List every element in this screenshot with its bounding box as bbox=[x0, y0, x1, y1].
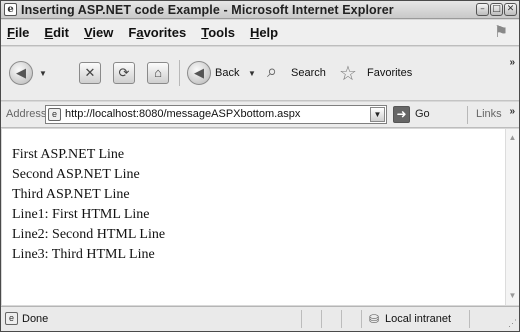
ie-app-icon[interactable]: e bbox=[4, 3, 17, 16]
address-separator bbox=[467, 106, 468, 124]
search-button-label[interactable]: Search bbox=[291, 67, 326, 79]
vertical-scrollbar[interactable]: ▲ ▼ bbox=[505, 129, 519, 305]
links-label[interactable]: Links bbox=[476, 108, 502, 120]
status-divider bbox=[321, 310, 322, 328]
content-line: Line3: Third HTML Line bbox=[12, 247, 155, 262]
status-divider bbox=[301, 310, 302, 328]
window-title: Inserting ASP.NET code Example - Microso… bbox=[21, 2, 394, 17]
back-button-icon[interactable]: ◀ bbox=[187, 61, 211, 85]
toolbar-overflow-chevron-icon[interactable]: » bbox=[509, 57, 515, 68]
resize-grip-icon[interactable]: ⋰ bbox=[508, 318, 517, 329]
menu-file[interactable]: File bbox=[7, 25, 29, 40]
content-line: Line2: Second HTML Line bbox=[12, 227, 166, 242]
menu-help-mnemonic: H bbox=[249, 25, 260, 40]
menu-tools-label: ools bbox=[208, 25, 235, 40]
status-bar: e Done ⛁ Local intranet ⋰ bbox=[1, 306, 519, 331]
favorites-button-label[interactable]: Favorites bbox=[367, 67, 412, 79]
standard-toolbar: ◀ ▼ ✕ ⟳ ⌂ ◀ Back ▼ ⌕ Search ☆ Favorites … bbox=[1, 47, 519, 101]
refresh-icon[interactable]: ⟳ bbox=[113, 62, 135, 84]
content-line: Third ASP.NET Line bbox=[12, 187, 130, 202]
local-intranet-icon: ⛁ bbox=[369, 312, 380, 326]
address-label: Address bbox=[6, 108, 47, 120]
go-button-label[interactable]: Go bbox=[415, 108, 430, 120]
address-bar: Address e http://localhost:8080/messageA… bbox=[1, 102, 519, 128]
links-chevron-icon[interactable]: » bbox=[509, 106, 515, 117]
menu-file-mnemonic: F bbox=[7, 25, 15, 40]
windows-logo-icon: ⚑ bbox=[493, 24, 509, 41]
back-arrow-icon[interactable]: ◀ bbox=[9, 61, 33, 85]
menu-favorites-label: vorites bbox=[143, 25, 187, 40]
menu-bar: File Edit View Favorites Tools Help ⚑ bbox=[1, 20, 519, 46]
menu-help-label: elp bbox=[259, 25, 279, 40]
toolbar-separator bbox=[179, 60, 180, 86]
content-line: Second ASP.NET Line bbox=[12, 167, 140, 182]
menu-edit-label: dit bbox=[53, 25, 69, 40]
back-dropdown-icon[interactable]: ▼ bbox=[248, 69, 256, 78]
menu-edit-mnemonic: E bbox=[44, 25, 54, 40]
content-line: Line1: First HTML Line bbox=[12, 207, 150, 222]
content-line: First ASP.NET Line bbox=[12, 147, 125, 162]
address-url[interactable]: http://localhost:8080/messageASPXbottom.… bbox=[65, 108, 300, 120]
status-divider bbox=[469, 310, 470, 328]
menu-view[interactable]: View bbox=[84, 25, 113, 40]
menu-favorites-mnemonic: a bbox=[136, 25, 144, 40]
window-controls: – □ ✕ bbox=[476, 3, 517, 16]
stop-icon[interactable]: ✕ bbox=[79, 62, 101, 84]
close-button[interactable]: ✕ bbox=[504, 3, 517, 16]
page-done-icon: e bbox=[5, 312, 18, 325]
menu-favorites[interactable]: Favorites bbox=[128, 25, 186, 40]
menu-edit[interactable]: Edit bbox=[44, 25, 69, 40]
minimize-button[interactable]: – bbox=[476, 3, 489, 16]
menu-view-label: iew bbox=[92, 25, 114, 40]
address-dropdown-icon[interactable]: ▼ bbox=[370, 107, 385, 122]
back-button-label[interactable]: Back bbox=[215, 67, 239, 79]
page-content: First ASP.NET Line Second ASP.NET Line T… bbox=[2, 129, 505, 305]
menu-file-label: ile bbox=[14, 25, 30, 40]
address-input[interactable]: e http://localhost:8080/messageASPXbotto… bbox=[45, 105, 387, 124]
status-divider bbox=[341, 310, 342, 328]
favorites-star-icon[interactable]: ☆ bbox=[339, 61, 357, 86]
maximize-button[interactable]: □ bbox=[490, 3, 503, 16]
scroll-down-arrow-icon[interactable]: ▼ bbox=[506, 289, 519, 303]
menu-tools[interactable]: Tools bbox=[201, 25, 235, 40]
page-icon: e bbox=[48, 108, 61, 121]
go-arrow-icon[interactable]: ➜ bbox=[393, 106, 410, 123]
security-zone-label: Local intranet bbox=[385, 313, 452, 325]
browser-window: e Inserting ASP.NET code Example - Micro… bbox=[0, 0, 520, 332]
title-bar: e Inserting ASP.NET code Example - Micro… bbox=[1, 1, 519, 19]
home-icon[interactable]: ⌂ bbox=[147, 62, 169, 84]
status-text: Done bbox=[22, 313, 49, 325]
back-history-dropdown-icon[interactable]: ▼ bbox=[39, 69, 47, 78]
scroll-up-arrow-icon[interactable]: ▲ bbox=[506, 131, 519, 145]
status-divider bbox=[361, 310, 362, 328]
menu-help[interactable]: Help bbox=[250, 25, 278, 40]
search-icon[interactable]: ⌕ bbox=[267, 61, 277, 82]
